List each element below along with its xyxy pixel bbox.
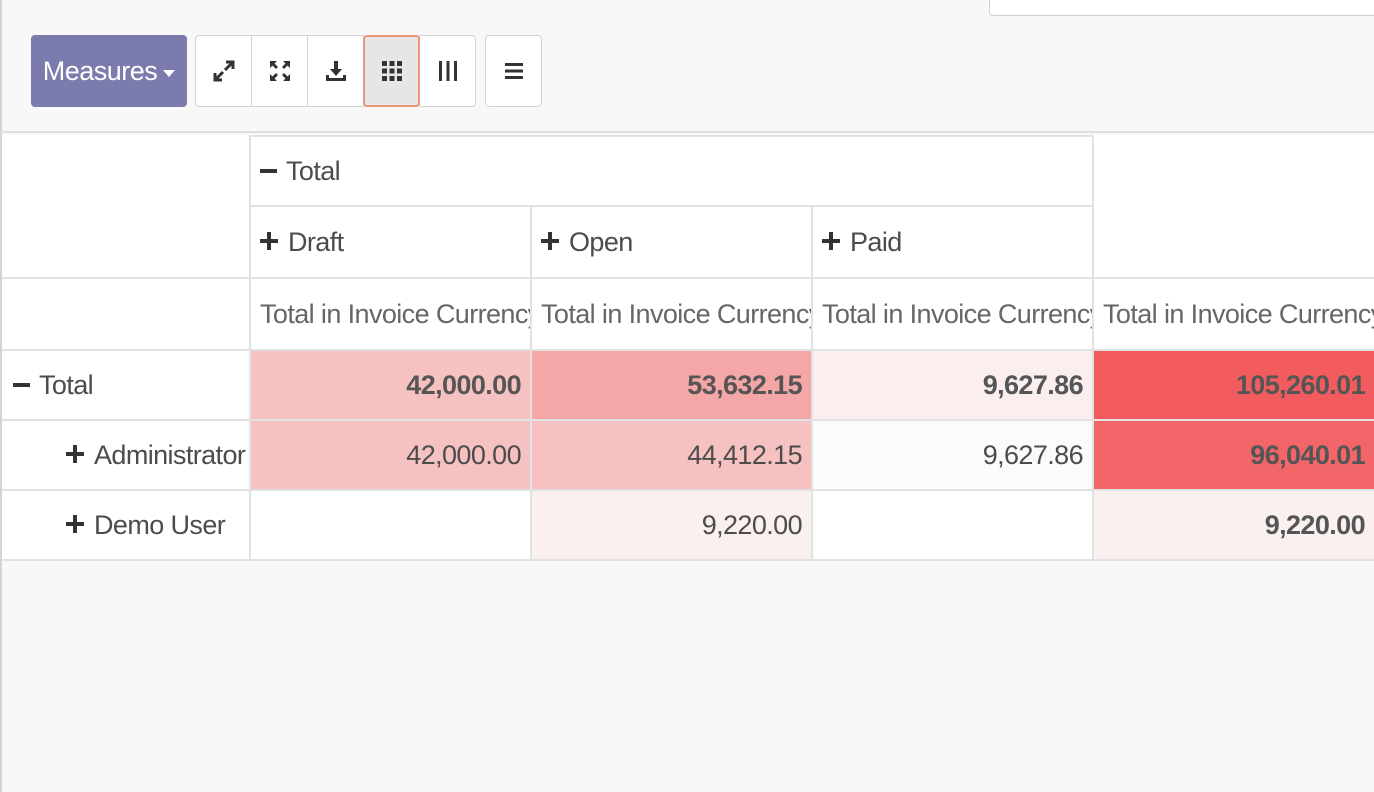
cell-admin-total[interactable]: 96,040.01 (1092, 419, 1374, 491)
control-panel: Measures (0, 0, 1374, 133)
list-view-icon[interactable] (485, 35, 542, 107)
header-row-total: Total (2, 135, 1374, 279)
pivot-table: Total Draft Open Paid Total in Invoice C… (2, 135, 1374, 561)
col-header-label: Paid (850, 226, 902, 257)
minus-icon (13, 382, 30, 387)
corner-cell (2, 136, 251, 279)
col-header-open[interactable]: Open (530, 205, 813, 279)
bars-vertical-icon (438, 61, 457, 81)
view-group (485, 35, 542, 107)
pivot-actions-group (195, 35, 476, 107)
expand-icon[interactable] (195, 35, 252, 107)
measure-row: Total in Invoice Currency Total in Invoi… (2, 277, 1374, 351)
table-row: Demo User 9,220.00 9,220.00 (2, 489, 1374, 561)
cell-total-draft[interactable]: 42,000.00 (249, 349, 532, 421)
row-label: Demo User (94, 509, 226, 540)
cell-total-total[interactable]: 105,260.01 (1092, 349, 1374, 421)
arrows-alt-icon (269, 60, 290, 82)
col-header-total[interactable]: Total (248, 135, 1095, 207)
cell-demo-draft[interactable] (249, 489, 532, 561)
measures-dropdown-button[interactable]: Measures (31, 35, 187, 107)
total-column-spacer (1092, 136, 1374, 279)
download-icon[interactable] (307, 35, 364, 107)
minus-icon (260, 168, 277, 173)
col-header-label: Draft (288, 226, 344, 257)
measures-label: Measures (42, 55, 158, 86)
collapse-all-icon[interactable] (251, 35, 308, 107)
row-header-total[interactable]: Total (2, 349, 251, 421)
measure-header[interactable]: Total in Invoice Currency (530, 277, 813, 351)
row-header-administrator[interactable]: Administrator (2, 419, 251, 491)
cell-demo-total[interactable]: 9,220.00 (1092, 489, 1374, 561)
th-grid-icon (381, 61, 402, 81)
caret-down-icon (163, 69, 176, 77)
columns-view-icon[interactable] (419, 35, 476, 107)
col-header-draft[interactable]: Draft (249, 205, 532, 279)
grid-view-icon[interactable] (363, 35, 420, 107)
plus-icon (541, 232, 559, 251)
cell-total-open[interactable]: 53,632.15 (530, 349, 813, 421)
bars-horizontal-icon (504, 63, 523, 79)
expand-arrows-icon (213, 60, 234, 82)
cell-demo-open[interactable]: 9,220.00 (530, 489, 813, 561)
measure-header[interactable]: Total in Invoice Currency (1092, 277, 1374, 351)
table-row: Total 42,000.00 53,632.15 9,627.86 105,2… (2, 349, 1374, 421)
download-tray-icon (325, 61, 346, 81)
plus-icon (66, 445, 84, 464)
row-label: Administrator (94, 439, 246, 470)
plus-icon (66, 515, 84, 534)
cell-total-paid[interactable]: 9,627.86 (810, 349, 1095, 421)
row-label: Total (39, 369, 94, 400)
row-header-demo-user[interactable]: Demo User (2, 489, 251, 561)
measure-header[interactable]: Total in Invoice Currency (810, 277, 1095, 351)
cell-admin-draft[interactable]: 42,000.00 (249, 419, 532, 491)
cell-admin-open[interactable]: 44,412.15 (530, 419, 813, 491)
cell-demo-paid[interactable] (810, 489, 1095, 561)
plus-icon (822, 232, 840, 251)
cell-admin-paid[interactable]: 9,627.86 (810, 419, 1095, 491)
plus-icon (260, 232, 278, 251)
col-group-label: Total (286, 155, 341, 186)
col-header-label: Open (569, 226, 633, 257)
col-header-paid[interactable]: Paid (810, 205, 1095, 279)
corner-cell-measure (2, 277, 251, 351)
table-row: Administrator 42,000.00 44,412.15 9,627.… (2, 419, 1374, 491)
measure-header[interactable]: Total in Invoice Currency (249, 277, 532, 351)
